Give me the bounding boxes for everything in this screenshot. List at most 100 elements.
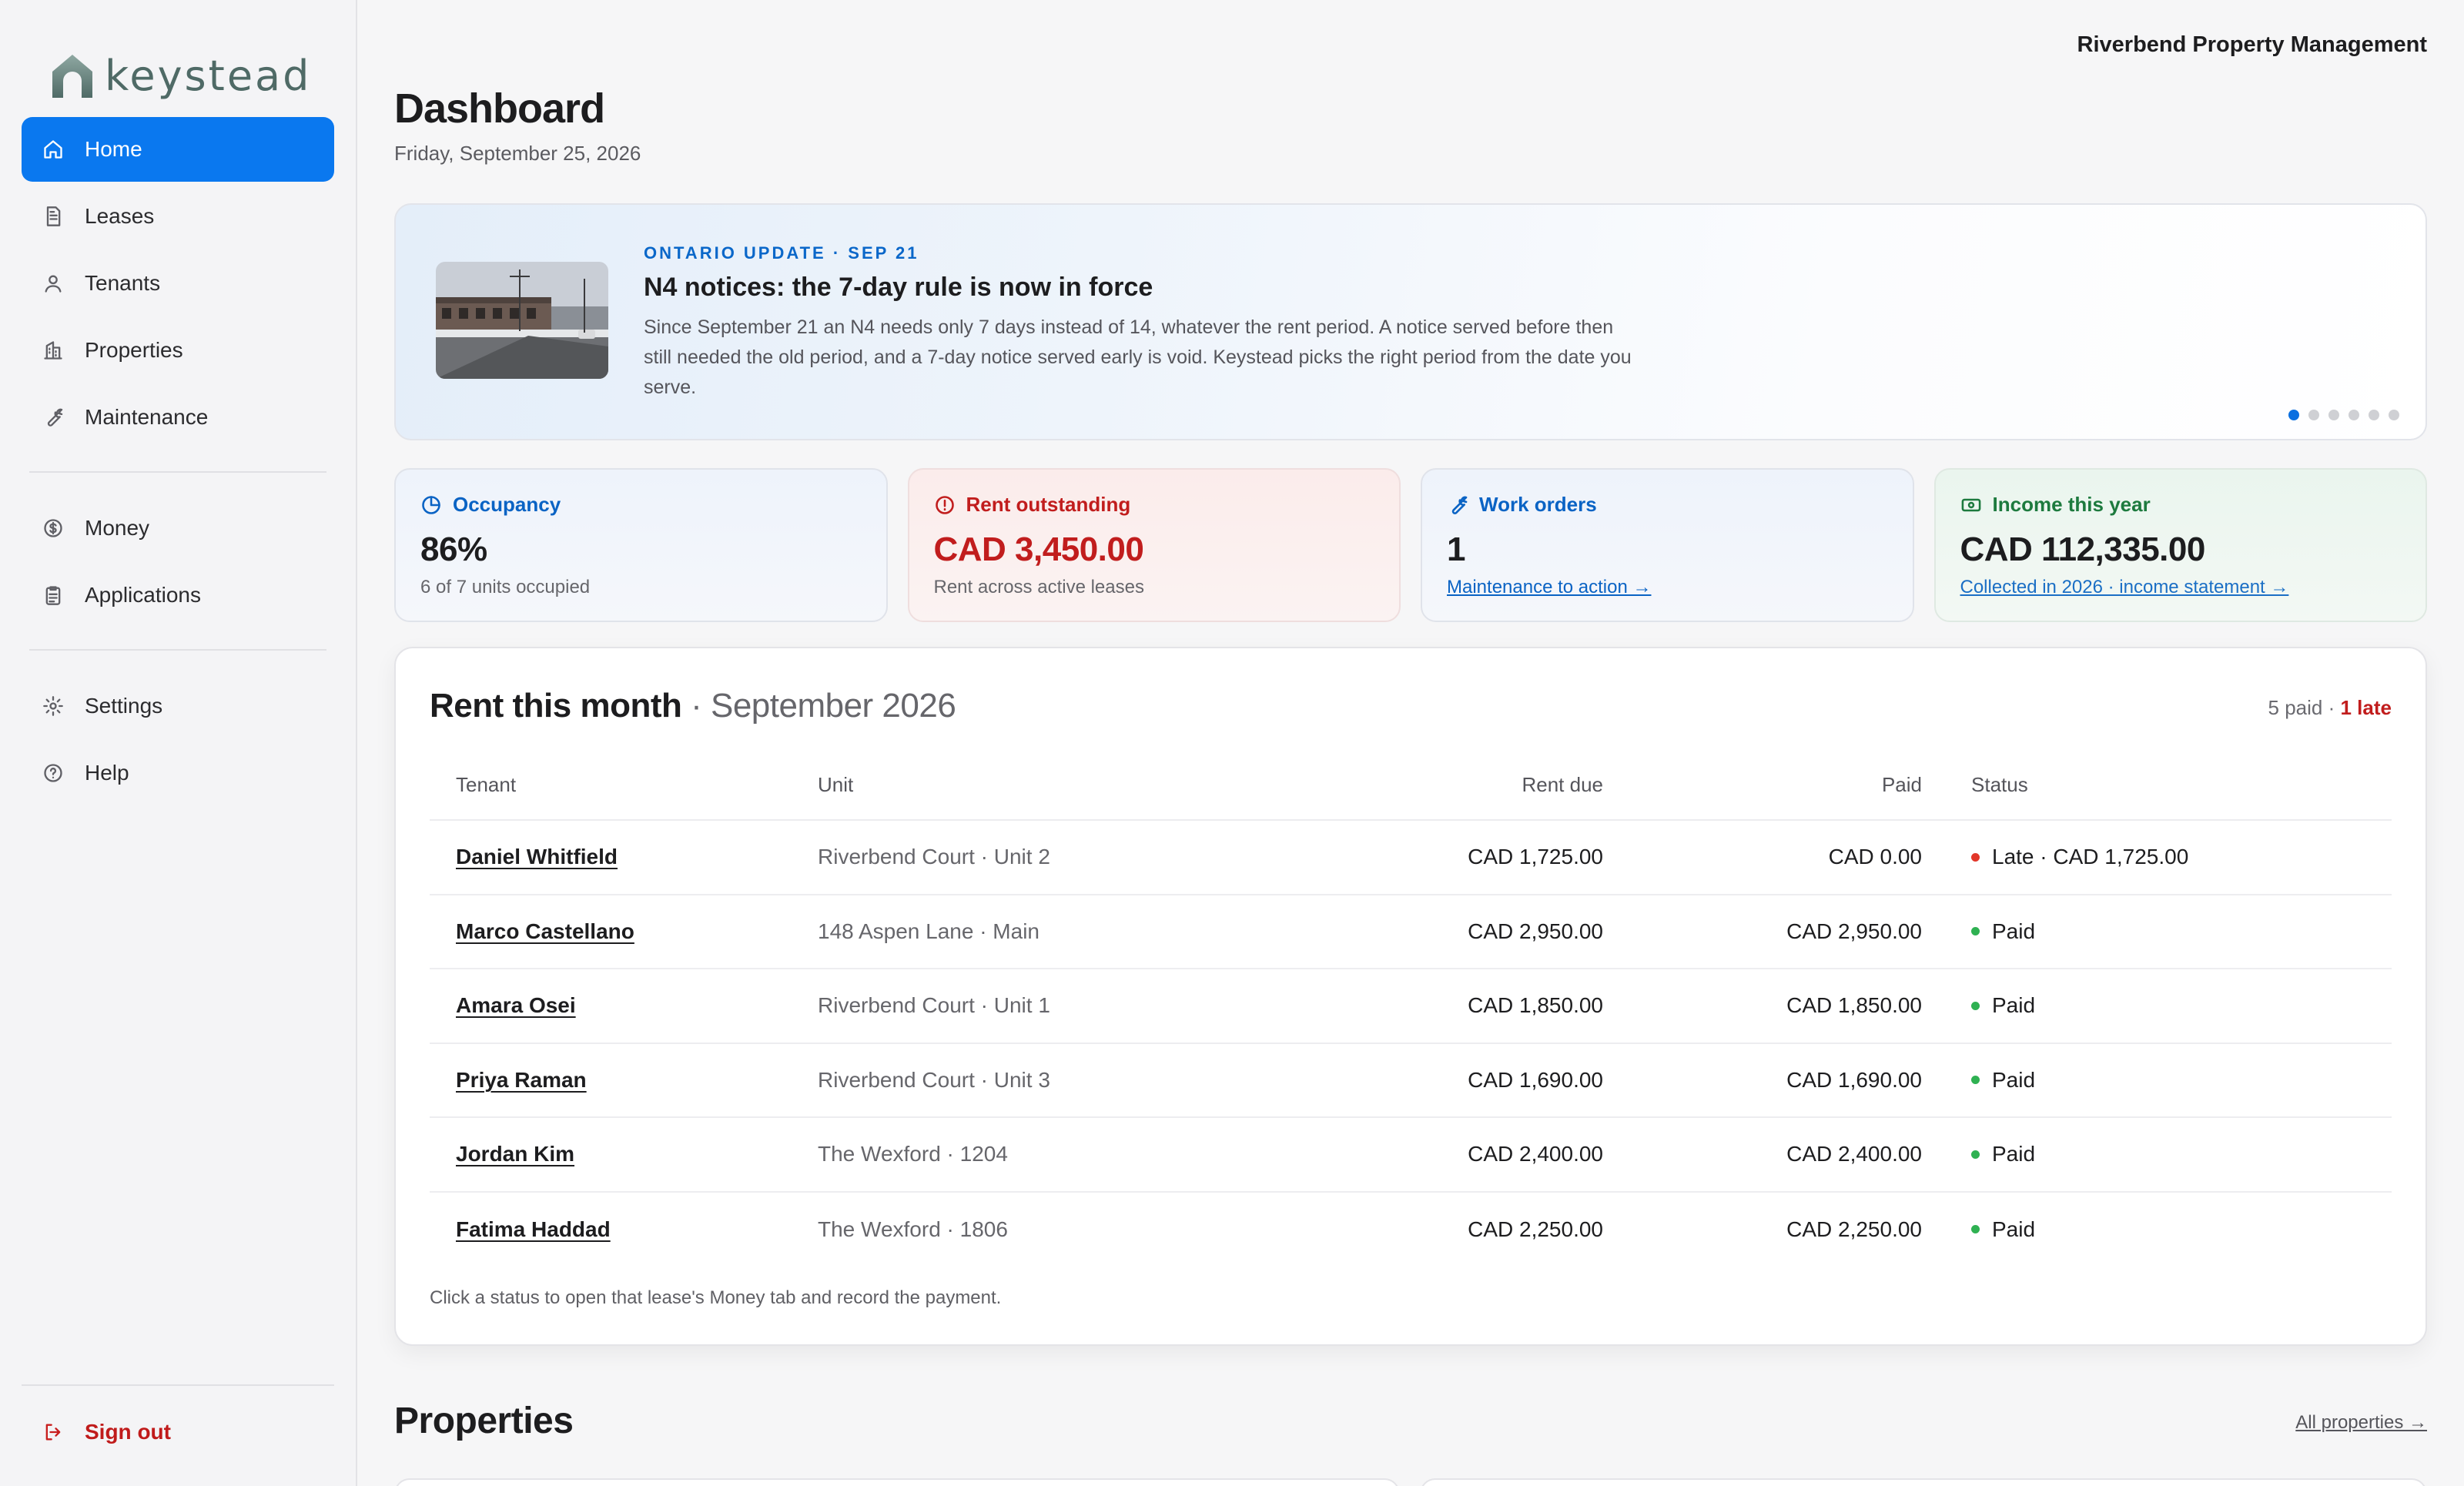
status-paid-button[interactable]: Paid	[1971, 1068, 2035, 1093]
dollar-icon	[42, 517, 65, 540]
work-orders-label: Work orders	[1479, 493, 1597, 516]
carousel-dot[interactable]	[2328, 410, 2339, 420]
income-value: CAD 112,335.00	[1960, 530, 2206, 568]
rent-period: · September 2026	[691, 687, 956, 725]
rent-due-cell: CAD 1,850.00	[1468, 993, 1603, 1018]
banner-headline[interactable]: N4 notices: the 7-day rule is now in for…	[644, 273, 1153, 303]
maintenance-link[interactable]: Maintenance to action →	[1447, 577, 1652, 598]
banner-body: Since September 21 an N4 needs only 7 da…	[644, 316, 1632, 398]
alert-circle-icon	[935, 495, 954, 514]
paid-status-dot-icon	[1971, 1150, 1980, 1159]
sidebar-item-maintenance[interactable]: Maintenance	[22, 385, 334, 450]
tenant-link[interactable]: Priya Raman	[456, 1068, 587, 1092]
paid-status-dot-icon	[1971, 1001, 1980, 1010]
tenant-link[interactable]: Daniel Whitfield	[456, 845, 618, 869]
column-header-unit[interactable]: Unit	[818, 773, 1249, 797]
status-paid-button[interactable]: Paid	[1971, 993, 2035, 1018]
table-header: Tenant Unit Rent due Paid Status	[430, 750, 2392, 821]
organization-name[interactable]: Riverbend Property Management	[2077, 32, 2427, 58]
late-status-dot-icon	[1971, 852, 1980, 862]
keystead-logo-icon	[52, 55, 92, 98]
wrench-icon	[1451, 496, 1468, 514]
paid-cell: CAD 1,690.00	[1786, 1067, 1922, 1092]
help-icon	[42, 761, 65, 785]
occupancy-value: 86%	[420, 530, 487, 568]
carousel-dot[interactable]	[2348, 410, 2359, 420]
rent-table: Tenant Unit Rent due Paid Status Daniel …	[430, 750, 2392, 1267]
sidebar-item-label: Help	[85, 761, 129, 785]
status-paid-button[interactable]: Paid	[1971, 1142, 2035, 1166]
sidebar-item-applications[interactable]: Applications	[22, 563, 334, 628]
tenant-link[interactable]: Amara Osei	[456, 993, 576, 1017]
tenant-link[interactable]: Jordan Kim	[456, 1142, 574, 1166]
status-late-button[interactable]: Late · CAD 1,725.00	[1971, 845, 2188, 869]
income-statement-link[interactable]: Collected in 2026 · income statement →	[1960, 577, 2289, 598]
paid-status-dot-icon	[1971, 927, 1980, 936]
unit-cell: The Wexford · 1204	[818, 1142, 1008, 1166]
rent-due-cell: CAD 2,400.00	[1468, 1142, 1603, 1166]
carousel-dot[interactable]	[2288, 410, 2299, 420]
all-properties-link[interactable]: All properties →	[2295, 1412, 2427, 1434]
occupancy-card[interactable]: Occupancy 86% 6 of 7 units occupied	[394, 468, 888, 622]
table-row: Fatima Haddad The Wexford · 1806 CAD 2,2…	[430, 1193, 2392, 1267]
status-paid-button[interactable]: Paid	[1971, 919, 2035, 944]
sidebar-item-settings[interactable]: Settings	[22, 674, 334, 738]
cash-icon	[1961, 498, 1980, 511]
status-text: Paid	[1992, 1142, 2036, 1166]
sign-out-icon	[42, 1421, 65, 1444]
sign-out-button[interactable]: Sign out	[22, 1400, 334, 1464]
sidebar-item-help[interactable]: Help	[22, 741, 334, 805]
work-orders-value: 1	[1447, 530, 1465, 568]
rent-table-hint: Click a status to open that lease's Mone…	[430, 1287, 1002, 1308]
sidebar-item-properties[interactable]: Properties	[22, 318, 334, 383]
column-header-paid[interactable]: Paid	[1603, 773, 1922, 797]
sidebar-item-home[interactable]: Home	[22, 117, 334, 182]
carousel-dot[interactable]	[2389, 410, 2399, 420]
column-header-status[interactable]: Status	[1922, 773, 2392, 797]
properties-section-title: Properties	[394, 1401, 574, 1441]
brand-logo[interactable]: keystead	[48, 48, 334, 103]
unit-cell: Riverbend Court · Unit 1	[818, 993, 1050, 1018]
rent-card-title: Rent this month · September 2026	[430, 687, 956, 725]
occupancy-sub: 6 of 7 units occupied	[420, 577, 591, 597]
banner-street-image	[436, 262, 608, 379]
banner-kicker: ONTARIO UPDATE · SEP 21	[644, 243, 919, 263]
document-icon	[42, 205, 65, 228]
sidebar-item-money[interactable]: Money	[22, 496, 334, 561]
property-card[interactable]	[1420, 1478, 2427, 1486]
table-row: Daniel Whitfield Riverbend Court · Unit …	[430, 821, 2392, 895]
column-header-rent-due[interactable]: Rent due	[1249, 773, 1603, 797]
column-header-tenant[interactable]: Tenant	[430, 773, 818, 797]
rent-outstanding-card[interactable]: Rent outstanding CAD 3,450.00 Rent acros…	[907, 468, 1401, 622]
table-row: Jordan Kim The Wexford · 1204 CAD 2,400.…	[430, 1118, 2392, 1193]
sidebar-item-leases[interactable]: Leases	[22, 184, 334, 249]
carousel-dot[interactable]	[2369, 410, 2379, 420]
sidebar-footer: Sign out	[22, 1384, 334, 1467]
main-content: Riverbend Property Management Dashboard …	[357, 0, 2464, 1486]
status-text: Paid	[1992, 993, 2036, 1018]
rent-due-cell: CAD 1,725.00	[1468, 845, 1603, 869]
news-banner[interactable]: ONTARIO UPDATE · SEP 21 N4 notices: the …	[394, 203, 2427, 440]
sidebar-item-tenants[interactable]: Tenants	[22, 251, 334, 316]
status-paid-button[interactable]: Paid	[1971, 1217, 2035, 1242]
tenant-link[interactable]: Fatima Haddad	[456, 1217, 611, 1241]
late-count: 1 late	[2340, 696, 2392, 719]
paid-status-dot-icon	[1971, 1076, 1980, 1085]
primary-nav: Home Leases Tenants Properties Maintenan…	[22, 117, 334, 805]
sign-out-label: Sign out	[85, 1420, 171, 1444]
sidebar-item-label: Home	[85, 137, 142, 161]
carousel-dot[interactable]	[2308, 410, 2319, 420]
clipboard-icon	[42, 584, 65, 607]
tenant-link[interactable]: Marco Castellano	[456, 919, 634, 943]
property-card[interactable]	[394, 1478, 1400, 1486]
gear-icon	[42, 694, 65, 718]
rent-summary: 5 paid · 1 late	[2268, 696, 2392, 720]
table-row: Amara Osei Riverbend Court · Unit 1 CAD …	[430, 969, 2392, 1044]
pie-chart-icon	[422, 495, 440, 514]
income-card[interactable]: Income this year CAD 112,335.00 Collecte…	[1933, 468, 2427, 622]
status-text: Paid	[1992, 1217, 2036, 1241]
sidebar-item-label: Applications	[85, 583, 201, 607]
unit-cell: 148 Aspen Lane · Main	[818, 919, 1040, 943]
sidebar-item-label: Settings	[85, 694, 163, 718]
work-orders-card[interactable]: Work orders 1 Maintenance to action →	[1421, 468, 1914, 622]
